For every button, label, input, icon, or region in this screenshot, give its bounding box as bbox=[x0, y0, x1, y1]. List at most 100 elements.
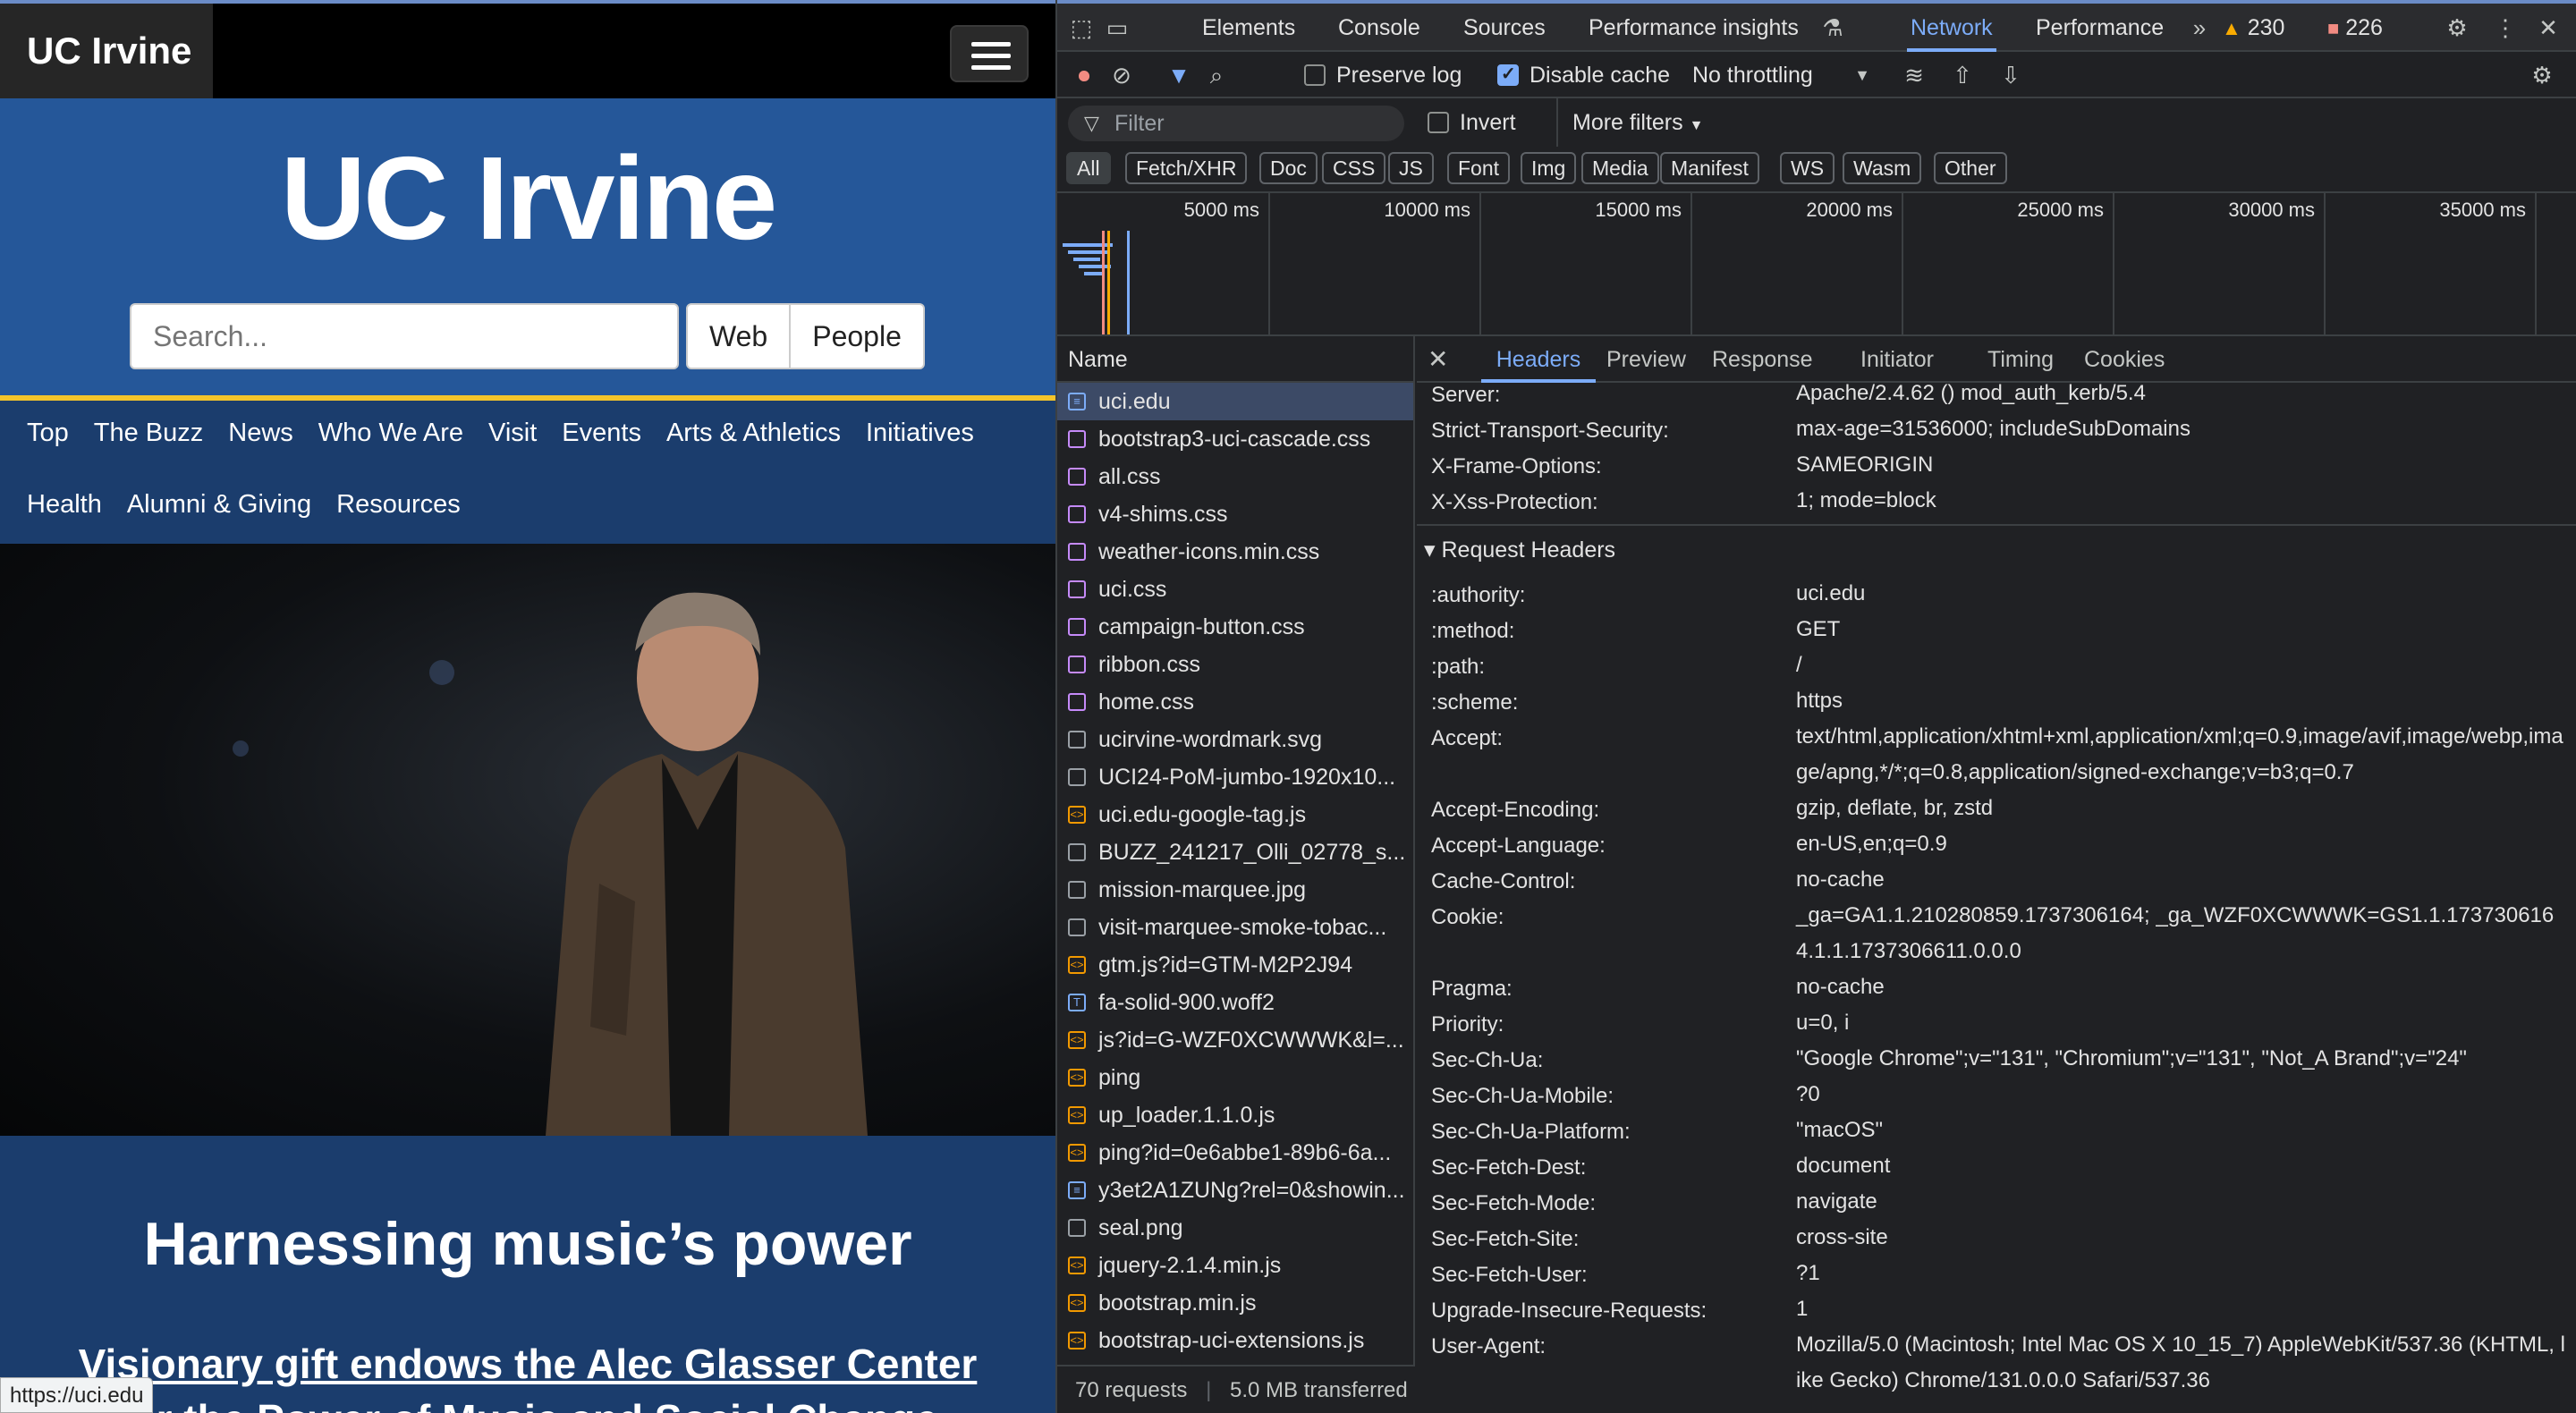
request-row[interactable]: <> ping?id=0e6abbe1-89b6-6a... bbox=[1057, 1134, 1413, 1172]
nav-link[interactable]: Visit bbox=[488, 419, 537, 448]
hamburger-menu-button[interactable] bbox=[950, 25, 1029, 82]
nav-link[interactable]: The Buzz bbox=[94, 419, 204, 448]
column-name-header[interactable]: Name bbox=[1057, 336, 1413, 383]
chevron-down-icon: ▼ bbox=[1689, 118, 1704, 133]
preserve-log-checkbox[interactable] bbox=[1304, 64, 1326, 86]
import-har-icon[interactable]: ⇧ bbox=[1948, 61, 1977, 89]
tab-performance[interactable]: Performance bbox=[2036, 4, 2164, 52]
type-filter-doc[interactable]: Doc bbox=[1259, 152, 1318, 184]
type-filter-manifest[interactable]: Manifest bbox=[1660, 152, 1759, 184]
settings-gear-icon[interactable]: ⚙ bbox=[2444, 14, 2470, 41]
nav-link[interactable]: Top bbox=[27, 419, 69, 448]
img-file-icon bbox=[1068, 881, 1086, 899]
tab-elements[interactable]: Elements bbox=[1202, 4, 1295, 52]
request-row[interactable]: seal.png bbox=[1057, 1209, 1413, 1247]
record-stop-icon[interactable]: ⏺ bbox=[1070, 61, 1098, 89]
story-link-line-2[interactable]: for the Power of Music and Social Change bbox=[0, 1395, 1055, 1413]
type-filter-wasm[interactable]: Wasm bbox=[1843, 152, 1922, 184]
website-pane: UC Irvine UC Irvine Web People Top The Bu… bbox=[0, 0, 1055, 1413]
type-filter-css[interactable]: CSS bbox=[1322, 152, 1386, 184]
request-row[interactable]: uci.css bbox=[1057, 571, 1413, 608]
request-row[interactable]: bootstrap3-uci-cascade.css bbox=[1057, 420, 1413, 458]
request-row[interactable]: <> up_loader.1.1.0.js bbox=[1057, 1096, 1413, 1134]
nav-link[interactable]: Who We Are bbox=[318, 419, 463, 448]
nav-link[interactable]: Health bbox=[27, 490, 102, 520]
type-filter-other[interactable]: Other bbox=[1934, 152, 2007, 184]
more-filters-dropdown[interactable]: More filters ▼ bbox=[1556, 98, 1703, 147]
throttling-select[interactable]: No throttling bbox=[1692, 52, 1813, 98]
type-filter-font[interactable]: Font bbox=[1447, 152, 1511, 184]
story-link[interactable]: Visionary gift endows the Alec Glasser C… bbox=[0, 1340, 1055, 1388]
type-filter-fetchxhr[interactable]: Fetch/XHR bbox=[1125, 152, 1248, 184]
site-topbar: UC Irvine bbox=[0, 0, 1055, 98]
warnings-count[interactable]: ▲ 230 bbox=[2222, 4, 2284, 52]
network-settings-gear-icon[interactable]: ⚙ bbox=[2528, 61, 2556, 89]
filter-bar: ▽ Filter Invert More filters ▼ bbox=[1057, 98, 2576, 147]
css-file-icon bbox=[1068, 618, 1086, 636]
request-row[interactable]: mission-marquee.jpg bbox=[1057, 871, 1413, 909]
disable-cache-checkbox[interactable] bbox=[1497, 63, 1519, 86]
detail-tab-preview[interactable]: Preview bbox=[1606, 336, 1686, 383]
people-search-button[interactable]: People bbox=[791, 303, 925, 369]
request-row[interactable]: <> bootstrap-uci-extensions.js bbox=[1057, 1322, 1413, 1359]
device-toolbar-icon[interactable]: ▭ bbox=[1104, 14, 1131, 41]
request-row[interactable]: <> js?id=G-WZF0XCWWWK&l=... bbox=[1057, 1021, 1413, 1059]
header-value: _ga=GA1.1.210280859.1737306164; _ga_WZF0… bbox=[1796, 903, 2555, 963]
request-row[interactable]: campaign-button.css bbox=[1057, 608, 1413, 646]
search-icon[interactable]: ⌕ bbox=[1202, 61, 1231, 89]
request-row[interactable]: v4-shims.css bbox=[1057, 495, 1413, 533]
request-row[interactable]: ≡ uci.edu bbox=[1057, 383, 1413, 420]
request-row[interactable]: UCI24-PoM-jumbo-1920x10... bbox=[1057, 758, 1413, 796]
search-input[interactable] bbox=[130, 303, 679, 369]
web-search-button[interactable]: Web bbox=[686, 303, 792, 369]
request-headers-section[interactable]: ▾ Request Headers bbox=[1424, 537, 1615, 563]
type-filter-js[interactable]: JS bbox=[1388, 152, 1434, 184]
tab-console[interactable]: Console bbox=[1338, 4, 1420, 52]
close-detail-icon[interactable]: ✕ bbox=[1428, 336, 1448, 383]
type-filter-ws[interactable]: WS bbox=[1780, 152, 1835, 184]
request-row[interactable]: ribbon.css bbox=[1057, 646, 1413, 683]
clear-icon[interactable]: ⊘ bbox=[1107, 61, 1136, 89]
request-row[interactable]: <> uci.edu-google-tag.js bbox=[1057, 796, 1413, 833]
request-row[interactable]: <> bootstrap.min.js bbox=[1057, 1284, 1413, 1322]
request-row[interactable]: <> jquery-2.1.4.min.js bbox=[1057, 1247, 1413, 1284]
type-filter-all[interactable]: All bbox=[1066, 152, 1111, 184]
tab-network[interactable]: Network bbox=[1907, 4, 1996, 52]
type-filter-img[interactable]: Img bbox=[1521, 152, 1577, 184]
request-row[interactable]: <> gtm.js?id=GTM-M2P2J94 bbox=[1057, 946, 1413, 984]
errors-count[interactable]: ■ 226 bbox=[2327, 4, 2383, 52]
request-row[interactable]: weather-icons.min.css bbox=[1057, 533, 1413, 571]
tab-sources[interactable]: Sources bbox=[1463, 4, 1546, 52]
nav-link[interactable]: Arts & Athletics bbox=[666, 419, 841, 448]
filter-funnel-icon[interactable]: ▼ bbox=[1165, 61, 1193, 89]
header-name: Sec-Fetch-Site: bbox=[1431, 1227, 1580, 1251]
nav-link[interactable]: Events bbox=[562, 419, 641, 448]
inspect-element-icon[interactable]: ⬚ bbox=[1068, 14, 1095, 41]
request-row[interactable]: ucirvine-wordmark.svg bbox=[1057, 721, 1413, 758]
request-row[interactable]: all.css bbox=[1057, 458, 1413, 495]
tab-performance-insights[interactable]: Performance insights bbox=[1589, 4, 1799, 52]
detail-tab-headers[interactable]: Headers bbox=[1481, 336, 1596, 383]
request-row[interactable]: Tfa-solid-900.woff2 bbox=[1057, 984, 1413, 1021]
type-filter-media[interactable]: Media bbox=[1581, 152, 1659, 184]
network-conditions-icon[interactable]: ≋ bbox=[1900, 61, 1928, 89]
chevron-down-icon[interactable]: ▼ bbox=[1848, 61, 1877, 89]
close-devtools-icon[interactable]: ✕ bbox=[2535, 14, 2562, 41]
nav-link[interactable]: Resources bbox=[336, 490, 461, 520]
request-row[interactable]: home.css bbox=[1057, 683, 1413, 721]
nav-link[interactable]: Alumni & Giving bbox=[127, 490, 311, 520]
network-overview-timeline[interactable]: 5000 ms 10000 ms 15000 ms 20000 ms 25000 ms 3… bbox=[1057, 191, 2576, 336]
request-row[interactable]: BUZZ_241217_Olli_02778_s... bbox=[1057, 833, 1413, 871]
nav-link[interactable]: News bbox=[228, 419, 293, 448]
invert-checkbox[interactable] bbox=[1428, 112, 1449, 133]
site-brand[interactable]: UC Irvine bbox=[0, 4, 213, 98]
more-tabs-icon[interactable]: » bbox=[2186, 14, 2213, 41]
kebab-menu-icon[interactable]: ⋮ bbox=[2492, 14, 2519, 41]
filter-input[interactable]: ▽ Filter bbox=[1068, 106, 1404, 141]
request-row[interactable]: visit-marquee-smoke-tobac... bbox=[1057, 909, 1413, 946]
filter-placeholder: Filter bbox=[1114, 111, 1165, 136]
request-row[interactable]: <> ping bbox=[1057, 1059, 1413, 1096]
nav-link[interactable]: Initiatives bbox=[866, 419, 974, 448]
export-har-icon[interactable]: ⇩ bbox=[1996, 61, 2025, 89]
request-row[interactable]: ≡ y3et2A1ZUNg?rel=0&showin... bbox=[1057, 1172, 1413, 1209]
